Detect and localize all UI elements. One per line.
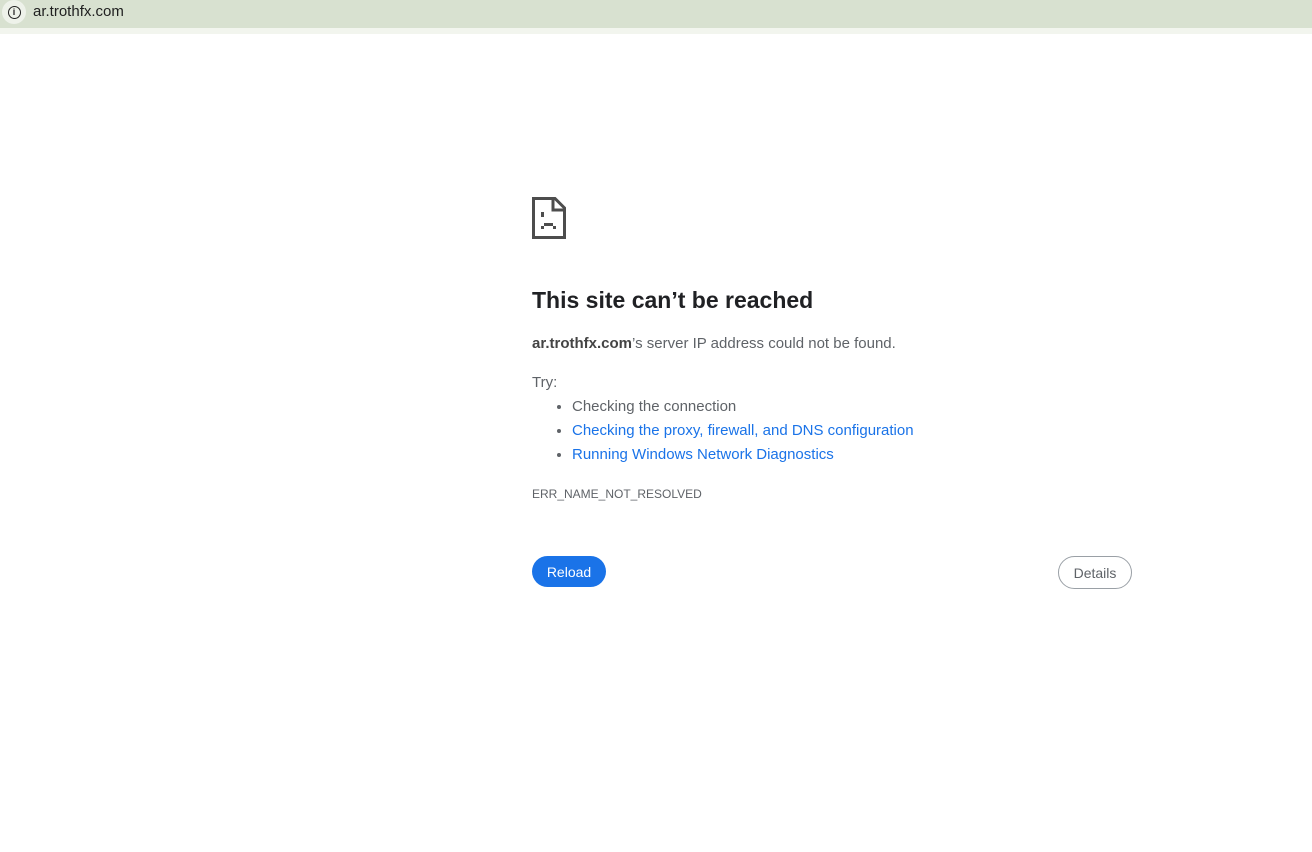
details-button[interactable]: Details [1058, 556, 1132, 589]
try-label: Try: [532, 374, 558, 391]
info-icon[interactable]: i [2, 0, 26, 24]
reload-button[interactable]: Reload [532, 556, 606, 587]
suggestion: Checking the proxy, firewall, and DNS co… [572, 422, 914, 446]
url-text[interactable]: ar.trothfx.com [33, 3, 124, 20]
suggestion: Checking the connection [572, 398, 914, 422]
address-bar[interactable]: i ar.trothfx.com [0, 0, 1312, 34]
error-title: This site can’t be reached [532, 287, 814, 313]
host: ar.trothfx.com [532, 335, 633, 352]
suggestion: Running Windows Network Diagnostics [572, 446, 914, 470]
error-message: ar.trothfx.com’s server IP address could… [532, 335, 896, 352]
message-text: ’s server IP address could not be found. [632, 335, 896, 352]
proxy-link[interactable]: Checking the proxy, firewall, and DNS co… [572, 422, 914, 439]
diagnostics-link[interactable]: Running Windows Network Diagnostics [572, 446, 834, 463]
suggestions-list: Checking the connection Checking the pro… [532, 398, 914, 470]
sad-page-icon [532, 197, 566, 239]
error-code: ERR_NAME_NOT_RESOLVED [532, 487, 702, 501]
